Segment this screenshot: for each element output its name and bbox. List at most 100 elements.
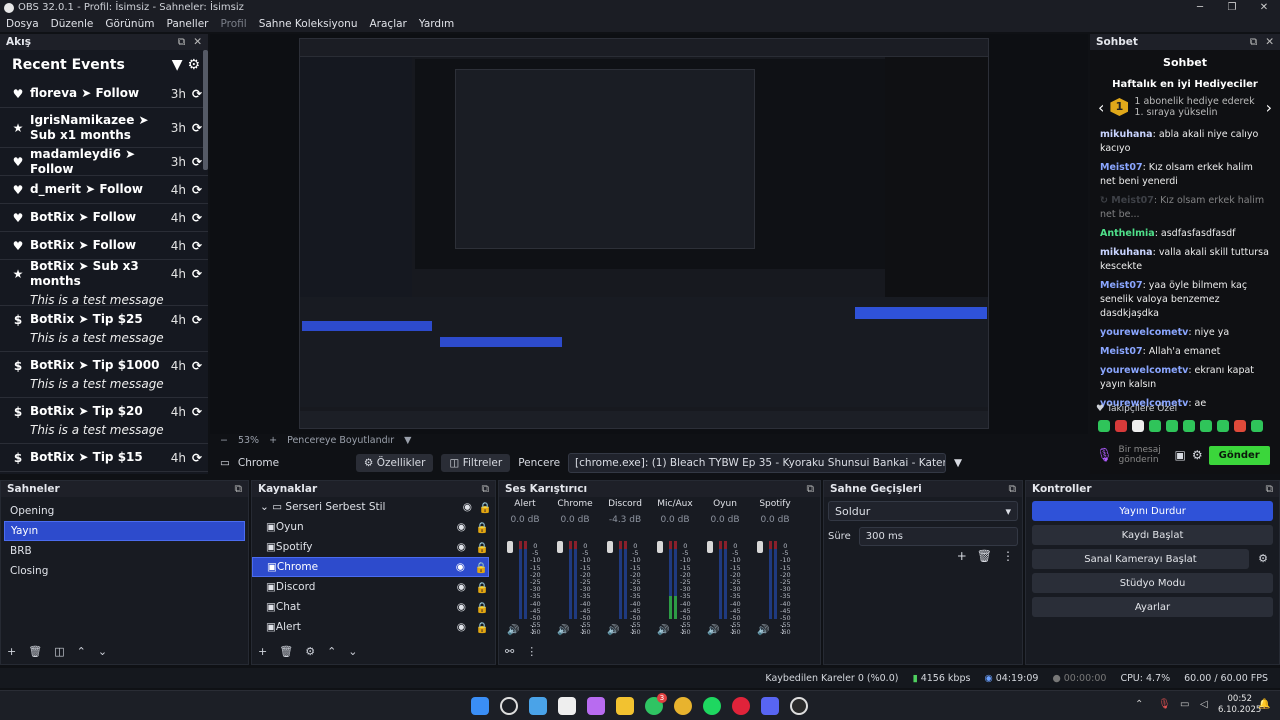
gift-icon[interactable]: ▣ [1175, 448, 1186, 462]
close-icon[interactable]: ✕ [1265, 36, 1274, 49]
eye-icon[interactable]: ◉ [457, 601, 466, 613]
eye-icon[interactable]: ◉ [457, 541, 466, 553]
replay-icon[interactable]: ⟳ [192, 267, 202, 281]
event-item[interactable]: $ BotRix ➤ Tip $15 4h ⟳ [0, 444, 208, 472]
speaker-icon[interactable]: 🔊 [707, 625, 719, 636]
volume-fader[interactable] [757, 541, 763, 553]
notifications-icon[interactable]: 🔔 [1258, 699, 1270, 710]
menu-item-1[interactable]: Düzenle [51, 18, 94, 30]
chat-username[interactable]: ↻ Meist07 [1100, 195, 1154, 206]
float-icon[interactable]: ⧉ [178, 36, 186, 49]
event-item[interactable]: $ BotRix ➤ Tip $20 4h ⟳ This is a test messa… [0, 398, 208, 444]
maximize-icon[interactable]: ❐ [1216, 0, 1248, 15]
menu-icon[interactable]: ⋮ [1002, 549, 1014, 563]
replay-icon[interactable]: ⟳ [192, 239, 202, 253]
chevron-up-icon[interactable]: ⌃ [327, 645, 336, 658]
start-virtual-camera-button[interactable]: Sanal Kamerayı Başlat [1032, 549, 1249, 569]
menu-icon[interactable]: ⋮ [727, 625, 737, 636]
chevron-up-icon[interactable]: ⌃ [77, 645, 86, 658]
widgets-icon[interactable] [529, 697, 547, 715]
chat-username[interactable]: Meist07 [1100, 280, 1143, 291]
volume-fader[interactable] [607, 541, 613, 553]
start-recording-button[interactable]: Kaydı Başlat [1032, 525, 1273, 545]
source-item[interactable]: ▣ Discord ◉ 🔒 [252, 577, 489, 597]
menu-icon[interactable]: ⋮ [527, 625, 537, 636]
emote-icon[interactable] [1132, 420, 1144, 432]
gear-icon[interactable]: ⚙ [187, 57, 200, 73]
lock-icon[interactable]: 🔒 [475, 561, 488, 574]
float-icon[interactable]: ⧉ [482, 483, 490, 496]
add-icon[interactable]: + [957, 549, 967, 563]
search-icon[interactable] [500, 697, 518, 715]
menu-icon[interactable]: ⋮ [526, 645, 537, 658]
emote-icon[interactable] [1234, 420, 1246, 432]
window-select[interactable]: [chrome.exe]: (1) Bleach TYBW Ep 35 - Ky… [568, 453, 947, 473]
eye-icon[interactable]: ◉ [457, 521, 466, 533]
mic-icon[interactable]: 🎙 [1096, 448, 1113, 463]
event-item[interactable]: ♥ madamleydi6 ➤ Follow 3h ⟳ [0, 147, 208, 176]
replay-icon[interactable]: ⟳ [192, 87, 202, 101]
replay-icon[interactable]: ⟳ [192, 313, 202, 327]
volume-fader[interactable] [657, 541, 663, 553]
chat-username[interactable]: Meist07 [1100, 346, 1143, 357]
replay-icon[interactable]: ⟳ [192, 451, 202, 465]
chevron-down-icon[interactable]: ▼ [954, 457, 962, 469]
speaker-icon[interactable]: 🔊 [557, 625, 569, 636]
add-icon[interactable]: + [7, 645, 16, 658]
add-icon[interactable]: + [258, 645, 267, 658]
speaker-icon[interactable]: 🔊 [657, 625, 669, 636]
chat-input[interactable]: Bir mesaj gönderin [1119, 445, 1169, 465]
filters-button[interactable]: ◫ Filtreler [441, 454, 511, 472]
transition-select[interactable]: Soldur ▾ [828, 501, 1018, 521]
emote-icon[interactable] [1251, 420, 1263, 432]
emote-icon[interactable] [1115, 420, 1127, 432]
chat-username[interactable]: Meist07 [1100, 162, 1143, 173]
source-item[interactable]: ▣ Spotify ◉ 🔒 [252, 537, 489, 557]
link-icon[interactable]: ⚯ [505, 645, 514, 658]
menu-item-2[interactable]: Görünüm [105, 18, 154, 30]
fit-to-window-label[interactable]: Pencereye Boyutlandır [287, 435, 394, 446]
menu-item-3[interactable]: Paneller [166, 18, 208, 30]
gear-icon[interactable]: ⚙ [305, 645, 315, 658]
float-icon[interactable]: ⧉ [1266, 483, 1274, 496]
event-item[interactable]: ♥ BotRix ➤ Follow 4h ⟳ [0, 232, 208, 260]
emote-icon[interactable] [1200, 420, 1212, 432]
scene-item[interactable]: Closing [4, 561, 245, 581]
chrome-icon[interactable] [674, 697, 692, 715]
close-icon[interactable]: ✕ [1248, 0, 1280, 15]
eye-icon[interactable]: ◉ [456, 561, 465, 573]
replay-icon[interactable]: ⟳ [192, 405, 202, 419]
float-icon[interactable]: ⧉ [235, 483, 243, 496]
emote-icon[interactable] [1149, 420, 1161, 432]
eye-icon[interactable]: ◉ [457, 581, 466, 593]
obs-icon[interactable] [790, 697, 808, 715]
scene-item[interactable]: BRB [4, 541, 245, 561]
source-item[interactable]: ▣ Oyun ◉ 🔒 [252, 517, 489, 537]
speaker-icon[interactable]: 🔊 [507, 625, 519, 636]
lock-icon[interactable]: 🔒 [476, 601, 489, 614]
float-icon[interactable]: ⧉ [807, 483, 815, 496]
menu-item-4[interactable]: Profil [221, 18, 247, 30]
chevron-left-icon[interactable]: ‹ [1098, 98, 1104, 117]
chevron-right-icon[interactable]: › [1266, 98, 1272, 117]
menu-icon[interactable]: ⋮ [777, 625, 787, 636]
start-icon[interactable] [471, 697, 489, 715]
event-item[interactable]: ♥ floreva ➤ Follow 3h ⟳ [0, 80, 208, 108]
chevron-down-icon[interactable]: ▼ [404, 435, 411, 446]
replay-icon[interactable]: ⟳ [192, 359, 202, 373]
menu-item-7[interactable]: Yardım [419, 18, 454, 30]
duration-input[interactable]: 300 ms [858, 527, 1018, 546]
chevron-down-icon[interactable]: ⌄ [348, 645, 357, 658]
event-item[interactable]: ♥ d_merit ➤ Follow 4h ⟳ [0, 176, 208, 204]
gear-icon[interactable]: ⚙ [1253, 549, 1273, 569]
chat-username[interactable]: yourewelcometv [1100, 327, 1188, 338]
mic-icon[interactable]: 🎙 [1158, 699, 1171, 710]
source-item[interactable]: ▣ Alert ◉ 🔒 [252, 617, 489, 637]
eye-icon[interactable]: ◉ [463, 501, 472, 513]
eye-icon[interactable]: ◉ [457, 621, 466, 633]
chat-username[interactable]: yourewelcometv [1100, 365, 1188, 376]
chat-username[interactable]: mikuhana [1100, 247, 1153, 258]
event-item[interactable]: $ BotRix ➤ Tip $1000 4h ⟳ This is a test mes… [0, 352, 208, 398]
volume-fader[interactable] [507, 541, 513, 553]
network-icon[interactable]: ▭ [1180, 699, 1189, 710]
